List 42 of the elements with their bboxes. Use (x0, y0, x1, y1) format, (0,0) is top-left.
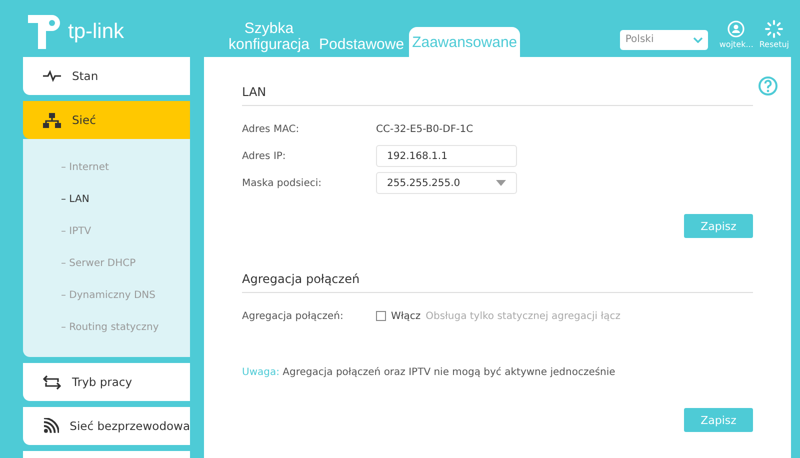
wifi-icon (43, 418, 59, 434)
dropdown-field[interactable]: 255.255.255.0 (376, 172, 517, 194)
logo-text: tp-link (68, 20, 124, 44)
field-label: Adres IP: (242, 150, 287, 162)
nav-tab[interactable]: Podstawowe (316, 33, 408, 57)
save-button[interactable]: Zapisz (684, 214, 753, 238)
field-label: Maska podsieci: (242, 178, 322, 188)
swap-icon (43, 374, 61, 390)
section-title: LAN (242, 77, 753, 106)
sidebar-item[interactable]: Stan (23, 57, 190, 95)
note-text: Agregacja połączeń oraz IPTV nie mogą być aktywne jednocześnie (282, 367, 616, 378)
submenu-item[interactable]: – Routing statyczny (23, 311, 190, 343)
save-button[interactable]: Zapisz (684, 408, 753, 432)
field-label: Agregacja połączeń: (242, 310, 344, 322)
dropdown-arrow-icon (496, 180, 506, 186)
language-select[interactable]: Polski (620, 30, 708, 50)
submenu-item[interactable]: – Dynamiczny DNS (23, 279, 190, 311)
sidebar-item[interactable]: Sieć bezprzewodowa (23, 407, 190, 445)
submenu-item[interactable]: – IPTV (23, 215, 190, 247)
hint-text: Obsługa tylko statycznej agregacji łącz (426, 310, 620, 322)
user-button[interactable]: wojtek... (716, 20, 756, 49)
note-label: Uwaga: (242, 367, 280, 378)
reset-button[interactable]: Resetuj (756, 20, 792, 49)
submenu-item[interactable]: – LAN (23, 183, 190, 215)
nav-tab[interactable]: Zaawansowane (409, 27, 520, 57)
checkbox-label: Włącz (391, 310, 421, 322)
network-icon (43, 112, 61, 128)
user-icon (727, 20, 746, 38)
mac-address-value: CC-32-E5-B0-DF-1C (376, 124, 474, 134)
sidebar-item[interactable]: Tryb pracy (23, 363, 190, 401)
submenu-item[interactable]: – Internet (23, 151, 190, 183)
help-icon[interactable] (758, 76, 778, 96)
sidebar-item[interactable]: Sieć (23, 101, 190, 139)
submenu-item[interactable]: – Serwer DHCP (23, 247, 190, 279)
spinner-icon (765, 20, 784, 38)
field-label: Adres MAC: (242, 124, 300, 134)
checkbox[interactable] (376, 311, 386, 321)
chevron-icon (693, 36, 704, 42)
nav-tab[interactable]: Szybka konfiguracja (224, 17, 314, 57)
pulse-icon (43, 70, 61, 82)
section-title: Agregacja połączeń (242, 264, 753, 293)
input-field[interactable]: 192.168.1.1 (376, 145, 517, 167)
